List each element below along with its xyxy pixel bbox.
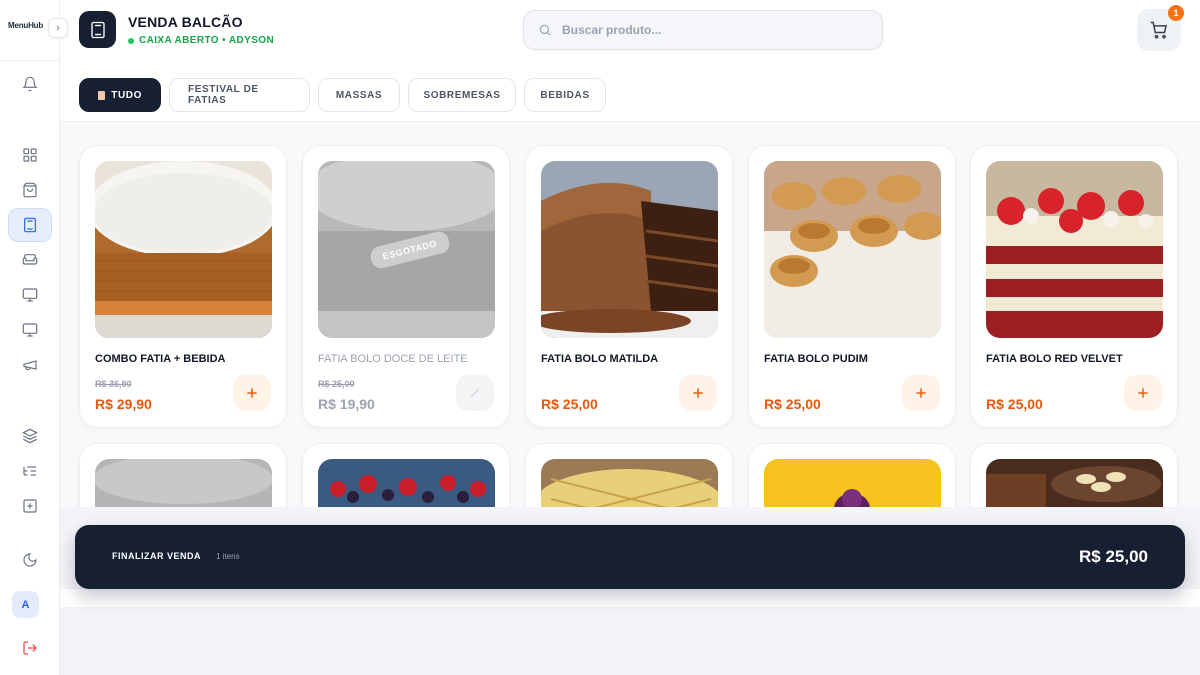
page-header: VENDA BALCÃO CAIXA ABERTO • ADYSON 1 TUD…: [60, 0, 1200, 122]
search-bar[interactable]: [523, 10, 883, 50]
product-name: FATIA BOLO RED VELVET: [986, 353, 1123, 365]
tab-bebidas[interactable]: BEBIDAS: [524, 78, 606, 112]
add-to-cart-button-disabled: [456, 375, 494, 411]
product-card[interactable]: ESGOTADO FATIA BOLO DOCE DE LEITE R$ 25,…: [302, 145, 510, 428]
tab-sobremesas[interactable]: SOBREMESAS: [408, 78, 516, 112]
plus-icon: [247, 388, 257, 398]
tree-icon[interactable]: [8, 454, 52, 488]
product-image: [986, 161, 1163, 338]
display-icon[interactable]: [8, 313, 52, 347]
product-card[interactable]: COMBO FATIA + BEBIDA R$ 36,90 R$ 29,90: [79, 145, 287, 428]
product-image: [95, 161, 272, 338]
tab-festival-de-fatias[interactable]: FESTIVAL DE FATIAS: [169, 78, 310, 112]
product-image: [986, 459, 1163, 507]
product-name: COMBO FATIA + BEBIDA: [95, 353, 226, 365]
tab-label: SOBREMESAS: [423, 89, 501, 101]
add-to-cart-button[interactable]: [1124, 375, 1162, 411]
sofa-icon[interactable]: [8, 243, 52, 277]
product-price: R$ 19,90: [318, 396, 375, 412]
product-card[interactable]: FATIA BOLO PUDIM R$ 25,00: [748, 145, 956, 428]
avatar[interactable]: A: [12, 591, 39, 618]
footer-divider: [60, 589, 1200, 607]
product-old-price: R$ 25,00: [318, 379, 355, 389]
product-image: [541, 459, 718, 507]
product-price: R$ 25,00: [541, 396, 598, 412]
plus-icon: [916, 388, 926, 398]
bag-icon[interactable]: [8, 173, 52, 207]
plus-icon: [693, 388, 703, 398]
sidebar: MenuHub A: [0, 0, 60, 675]
page-title: VENDA BALCÃO: [128, 14, 243, 30]
cart-items-count: 1 itens: [216, 552, 240, 561]
finalize-sale-label: FINALIZAR VENDA: [112, 551, 201, 561]
chevron-right-icon: [56, 25, 60, 31]
search-icon: [539, 24, 551, 36]
status-dot: [128, 37, 134, 44]
app-logo: MenuHub: [8, 21, 44, 30]
sidebar-collapse-button[interactable]: [48, 18, 68, 38]
product-image: [541, 161, 718, 338]
register-status-text: CAIXA ABERTO • ADYSON: [139, 35, 275, 46]
product-price: R$ 25,00: [764, 396, 821, 412]
product-card[interactable]: FATIA BOLO MATILDA R$ 25,00: [525, 145, 733, 428]
product-card[interactable]: [748, 443, 956, 507]
finalize-sale-bar[interactable]: FINALIZAR VENDA 1 itens R$ 25,00: [75, 525, 1185, 589]
cart-count-badge: 1: [1168, 5, 1184, 21]
product-card[interactable]: FATIA BOLO RED VELVET R$ 25,00: [970, 145, 1178, 428]
product-card[interactable]: [970, 443, 1178, 507]
megaphone-icon[interactable]: [8, 348, 52, 382]
product-price: R$ 29,90: [95, 396, 152, 412]
product-image: ESGOTADO: [318, 161, 495, 338]
slash-icon: [470, 388, 480, 398]
product-old-price: R$ 36,90: [95, 379, 132, 389]
tab-label: BEBIDAS: [540, 89, 590, 101]
product-card[interactable]: [79, 443, 287, 507]
moon-icon[interactable]: [8, 543, 52, 577]
plus-square-icon[interactable]: [8, 489, 52, 523]
product-name: FATIA BOLO DOCE DE LEITE: [318, 353, 468, 365]
monitor-icon[interactable]: [8, 278, 52, 312]
product-name: FATIA BOLO PUDIM: [764, 353, 868, 365]
product-image: [95, 459, 272, 507]
product-image: [764, 161, 941, 338]
add-to-cart-button[interactable]: [233, 375, 271, 411]
layers-icon[interactable]: [8, 419, 52, 453]
cart-button[interactable]: 1: [1137, 5, 1184, 51]
register-status: CAIXA ABERTO • ADYSON: [128, 35, 274, 46]
tab-label: TUDO: [111, 89, 142, 101]
product-grid: COMBO FATIA + BEBIDA R$ 36,90 R$ 29,90 E…: [60, 123, 1200, 507]
tab-massas[interactable]: MASSAS: [318, 78, 400, 112]
tab-tudo[interactable]: TUDO: [79, 78, 161, 112]
product-image: [318, 459, 495, 507]
product-name: FATIA BOLO MATILDA: [541, 353, 659, 365]
search-input[interactable]: [562, 23, 852, 37]
product-price: R$ 25,00: [986, 396, 1043, 412]
logout-icon[interactable]: [8, 631, 52, 665]
product-image: [764, 459, 941, 507]
tab-label: MASSAS: [335, 89, 383, 101]
sidebar-divider: [0, 60, 60, 61]
tab-label: FESTIVAL DE FATIAS: [188, 84, 259, 106]
plus-icon: [1138, 388, 1148, 398]
clipboard-icon: [98, 90, 106, 100]
cart-total: R$ 25,00: [1079, 547, 1148, 566]
category-tabs: TUDO FESTIVAL DE FATIAS MASSAS SOBREMESA…: [79, 78, 606, 112]
grid-icon[interactable]: [8, 138, 52, 172]
product-card[interactable]: [525, 443, 733, 507]
add-to-cart-button[interactable]: [902, 375, 940, 411]
cart-icon: [1150, 21, 1168, 39]
calculator-icon: [79, 11, 116, 48]
product-card[interactable]: [302, 443, 510, 507]
bell-icon[interactable]: [8, 67, 52, 101]
calculator-icon[interactable]: [8, 208, 52, 242]
add-to-cart-button[interactable]: [679, 375, 717, 411]
